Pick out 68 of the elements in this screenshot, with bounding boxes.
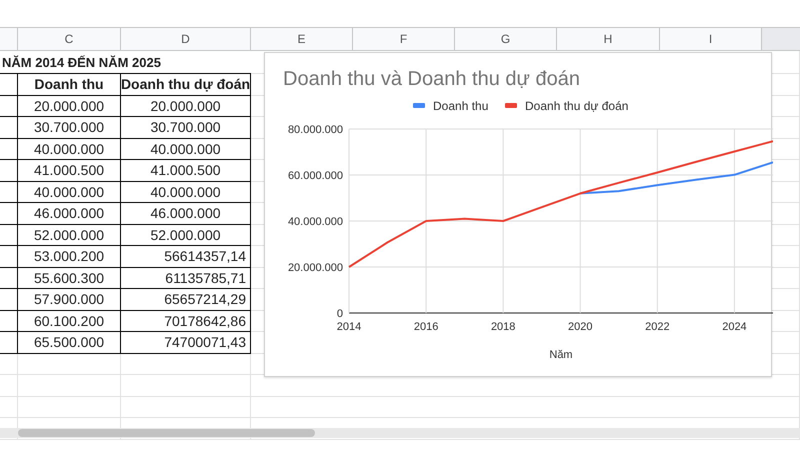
table-cell: 60.100.200 [18,310,121,332]
empty-cell [0,138,18,160]
empty-cell [0,96,18,117]
column-header[interactable]: E [251,27,353,51]
legend-label: Doanh thu [433,99,488,113]
table-cell: 30.700.000 [18,117,121,138]
empty-cell [0,74,18,96]
y-tick-label: 20.000.000 [288,262,343,274]
table-cell: 40.000.000 [18,138,121,160]
x-tick-label: 2018 [490,321,516,333]
empty-cell [0,332,18,354]
table-cell: 41.000.500 [18,160,121,182]
table-cell: 46.000.000 [121,203,251,224]
column-header[interactable]: C [18,27,121,51]
empty-cell [0,354,18,375]
y-tick-label: 0 [336,308,343,320]
x-tick-label: 2024 [722,321,747,333]
table-cell: 53.000.200 [18,246,121,268]
table-cell: 40.000.000 [121,138,251,160]
table-header: Doanh thu [18,74,121,96]
empty-cell [0,310,18,332]
empty-cell [0,117,18,138]
y-tick-label: 60.000.000 [288,170,343,182]
empty-cell [0,289,18,310]
table-cell: 61135785,71 [121,268,251,289]
column-header[interactable]: I [660,27,762,51]
table-cell: 20.000.000 [121,96,251,117]
table-cell: 57.900.000 [18,289,121,310]
empty-cell [0,182,18,203]
y-tick-label: 80.000.000 [288,124,343,136]
table-cell: 56614357,14 [121,246,251,268]
x-tick-label: 2014 [336,321,362,333]
sheet-title: NĂM 2014 ĐẾN NĂM 2025 [0,51,251,74]
empty-cell [0,224,18,246]
table-cell: 41.000.500 [121,160,251,182]
table-cell: 52.000.000 [18,224,121,246]
column-header[interactable]: G [455,27,557,51]
table-cell: 70178642,86 [121,310,251,332]
x-tick-label: 2022 [645,321,670,333]
column-header[interactable]: H [557,27,660,51]
table-cell: 65657214,29 [121,289,251,310]
column-header[interactable]: F [353,27,455,51]
table-cell: 46.000.000 [18,203,121,224]
table-cell: 52.000.000 [121,224,251,246]
scrollbar-thumb[interactable] [18,429,315,437]
table-cell: 30.700.000 [121,117,251,138]
table-header: Doanh thu dự đoán [121,74,251,96]
table-cell: 65.500.000 [18,332,121,354]
empty-cell [0,203,18,224]
table-cell: 40.000.000 [18,182,121,203]
empty-cell [0,396,18,418]
table-cell: 20.000.000 [18,96,121,117]
x-axis-title: Năm [549,349,573,361]
legend-item: Doanh thu [413,99,488,113]
x-tick-label: 2020 [568,321,593,333]
table-cell: 40.000.000 [121,182,251,203]
table-cell: 74700071,43 [121,332,251,354]
empty-cell [0,375,18,396]
column-header[interactable]: D [121,27,251,51]
table-cell: 55.600.300 [18,268,121,289]
legend-label: Doanh thu dự đoán [525,99,628,113]
chart-title: Doanh thu và Doanh thu dự đoán [283,68,580,90]
y-tick-label: 40.000.000 [288,216,343,228]
empty-cell [0,160,18,182]
empty-cell [0,246,18,268]
x-tick-label: 2016 [414,321,438,333]
empty-cell [0,268,18,289]
legend-item: Doanh thu dự đoán [505,99,628,113]
